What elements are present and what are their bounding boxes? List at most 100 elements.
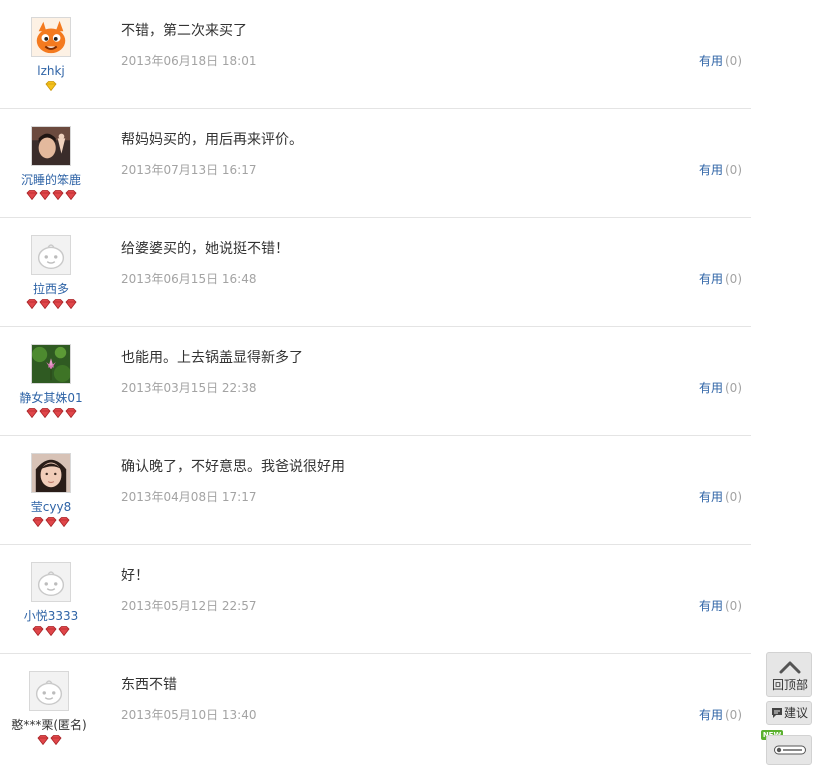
red-heart-gem-icon — [38, 299, 51, 309]
red-heart-gem-icon — [45, 626, 57, 636]
useful-label[interactable]: 有用 — [699, 708, 723, 722]
key-icon — [774, 745, 806, 755]
review-content: 确认晚了，不好意思。我爸说很好用 — [121, 459, 345, 475]
review-item: 小悦3333 好！ 2013年05月12日 22:57 有用 (0) — [0, 545, 751, 654]
red-heart-gem-icon — [58, 517, 70, 527]
red-heart-gem-icon — [51, 190, 64, 200]
useful-button[interactable]: 有用 (0) — [699, 597, 742, 615]
orange-cartoon-avatar-icon — [32, 18, 70, 56]
useful-button[interactable]: 有用 (0) — [699, 488, 742, 506]
red-heart-gem-icon — [58, 626, 70, 636]
reviewer-level — [0, 299, 102, 309]
reviewer-name[interactable]: 小悦3333 — [0, 607, 102, 625]
back-to-top-button[interactable]: 回顶部 — [766, 652, 812, 697]
red-heart-gem-icon — [64, 408, 77, 418]
review-time: 2013年06月15日 16:48 — [121, 272, 257, 286]
review-time: 2013年05月12日 22:57 — [121, 599, 257, 613]
photo-avatar-icon — [32, 127, 70, 165]
useful-label[interactable]: 有用 — [699, 381, 723, 395]
reviewer-level — [0, 517, 102, 527]
red-heart-gem-icon — [51, 299, 64, 309]
useful-label[interactable]: 有用 — [699, 272, 723, 286]
review-time: 2013年07月13日 16:17 — [121, 163, 257, 177]
useful-count: (0) — [725, 708, 742, 722]
red-heart-gem-icon — [38, 190, 51, 200]
review-list: lzhkj 不错，第二次来买了 2013年06月18日 18:01 有用 (0) … — [0, 0, 751, 762]
review-time: 2013年03月15日 22:38 — [121, 381, 257, 395]
useful-button[interactable]: 有用 (0) — [699, 161, 742, 179]
back-to-top-label: 回顶部 — [771, 678, 808, 692]
tool-button[interactable] — [766, 735, 812, 765]
red-heart-gem-icon — [51, 408, 64, 418]
default-avatar-icon — [32, 236, 70, 274]
useful-label[interactable]: 有用 — [699, 599, 723, 613]
review-content: 给婆婆买的，她说挺不错！ — [121, 241, 289, 257]
useful-count: (0) — [725, 381, 742, 395]
avatar[interactable] — [31, 453, 71, 493]
flower-photo-avatar-icon — [32, 345, 70, 383]
reviewer-name[interactable]: 莹cyy8 — [0, 498, 102, 516]
suggest-button[interactable]: 建议 — [766, 701, 812, 725]
reviewer-name[interactable]: 沉睡的笨鹿 — [0, 171, 102, 189]
useful-count: (0) — [725, 490, 742, 504]
review-item: 静女其姝01 也能用。上去锅盖显得新多了 2013年03月15日 22:38 有… — [0, 327, 751, 436]
avatar[interactable] — [31, 17, 71, 57]
useful-button[interactable]: 有用 (0) — [699, 379, 742, 397]
useful-label[interactable]: 有用 — [699, 163, 723, 177]
review-item: 拉西多 给婆婆买的，她说挺不错！ 2013年06月15日 16:48 有用 (0) — [0, 218, 751, 327]
chat-bubble-icon — [772, 708, 782, 718]
review-content: 也能用。上去锅盖显得新多了 — [121, 350, 303, 366]
avatar[interactable] — [31, 562, 71, 602]
reviewer-name[interactable]: 拉西多 — [0, 280, 102, 298]
red-heart-gem-icon — [32, 517, 44, 527]
red-heart-gem-icon — [64, 190, 77, 200]
face-photo-avatar-icon — [32, 454, 70, 492]
gold-diamond-icon — [45, 81, 57, 91]
review-item: 莹cyy8 确认晚了，不好意思。我爸说很好用 2013年04月08日 17:17… — [0, 436, 751, 545]
useful-count: (0) — [725, 54, 742, 68]
default-avatar-icon — [32, 563, 70, 601]
reviewer-level — [0, 626, 102, 636]
review-time: 2013年04月08日 17:17 — [121, 490, 257, 504]
review-item: 沉睡的笨鹿 帮妈妈买的，用后再来评价。 2013年07月13日 16:17 有用… — [0, 109, 751, 218]
avatar[interactable] — [31, 235, 71, 275]
reviewer-name[interactable]: 静女其姝01 — [0, 389, 102, 407]
review-item: 憨***栗(匿名) 东西不错 2013年05月10日 13:40 有用 (0) — [0, 654, 751, 762]
red-heart-gem-icon — [25, 408, 38, 418]
default-avatar-icon — [30, 672, 68, 710]
avatar[interactable] — [29, 671, 69, 711]
reviewer-level — [0, 190, 102, 200]
red-heart-gem-icon — [45, 517, 57, 527]
useful-label[interactable]: 有用 — [699, 54, 723, 68]
red-heart-gem-icon — [32, 626, 44, 636]
suggest-label: 建议 — [784, 706, 809, 720]
useful-count: (0) — [725, 599, 742, 613]
avatar[interactable] — [31, 344, 71, 384]
review-item: lzhkj 不错，第二次来买了 2013年06月18日 18:01 有用 (0) — [0, 0, 751, 109]
reviewer-name: 憨***栗(匿名) — [11, 718, 87, 732]
review-time: 2013年06月18日 18:01 — [121, 54, 257, 68]
red-heart-gem-icon — [25, 190, 38, 200]
red-heart-gem-icon — [38, 408, 51, 418]
review-content: 帮妈妈买的，用后再来评价。 — [121, 132, 303, 148]
red-heart-gem-icon — [49, 735, 62, 745]
useful-count: (0) — [725, 272, 742, 286]
red-heart-gem-icon — [64, 299, 77, 309]
useful-button[interactable]: 有用 (0) — [699, 52, 742, 70]
useful-button[interactable]: 有用 (0) — [699, 706, 742, 724]
reviewer-level — [0, 408, 102, 418]
reviewer-level — [0, 735, 100, 745]
useful-count: (0) — [725, 163, 742, 177]
avatar[interactable] — [31, 126, 71, 166]
useful-button[interactable]: 有用 (0) — [699, 270, 742, 288]
review-time: 2013年05月10日 13:40 — [121, 708, 257, 722]
review-content: 好！ — [121, 568, 149, 584]
review-content: 东西不错 — [121, 677, 177, 693]
review-content: 不错，第二次来买了 — [121, 23, 247, 39]
reviewer-level — [0, 81, 102, 91]
red-heart-gem-icon — [36, 735, 49, 745]
red-heart-gem-icon — [25, 299, 38, 309]
chevron-up-icon — [779, 661, 801, 674]
reviewer-name[interactable]: lzhkj — [0, 62, 102, 80]
useful-label[interactable]: 有用 — [699, 490, 723, 504]
